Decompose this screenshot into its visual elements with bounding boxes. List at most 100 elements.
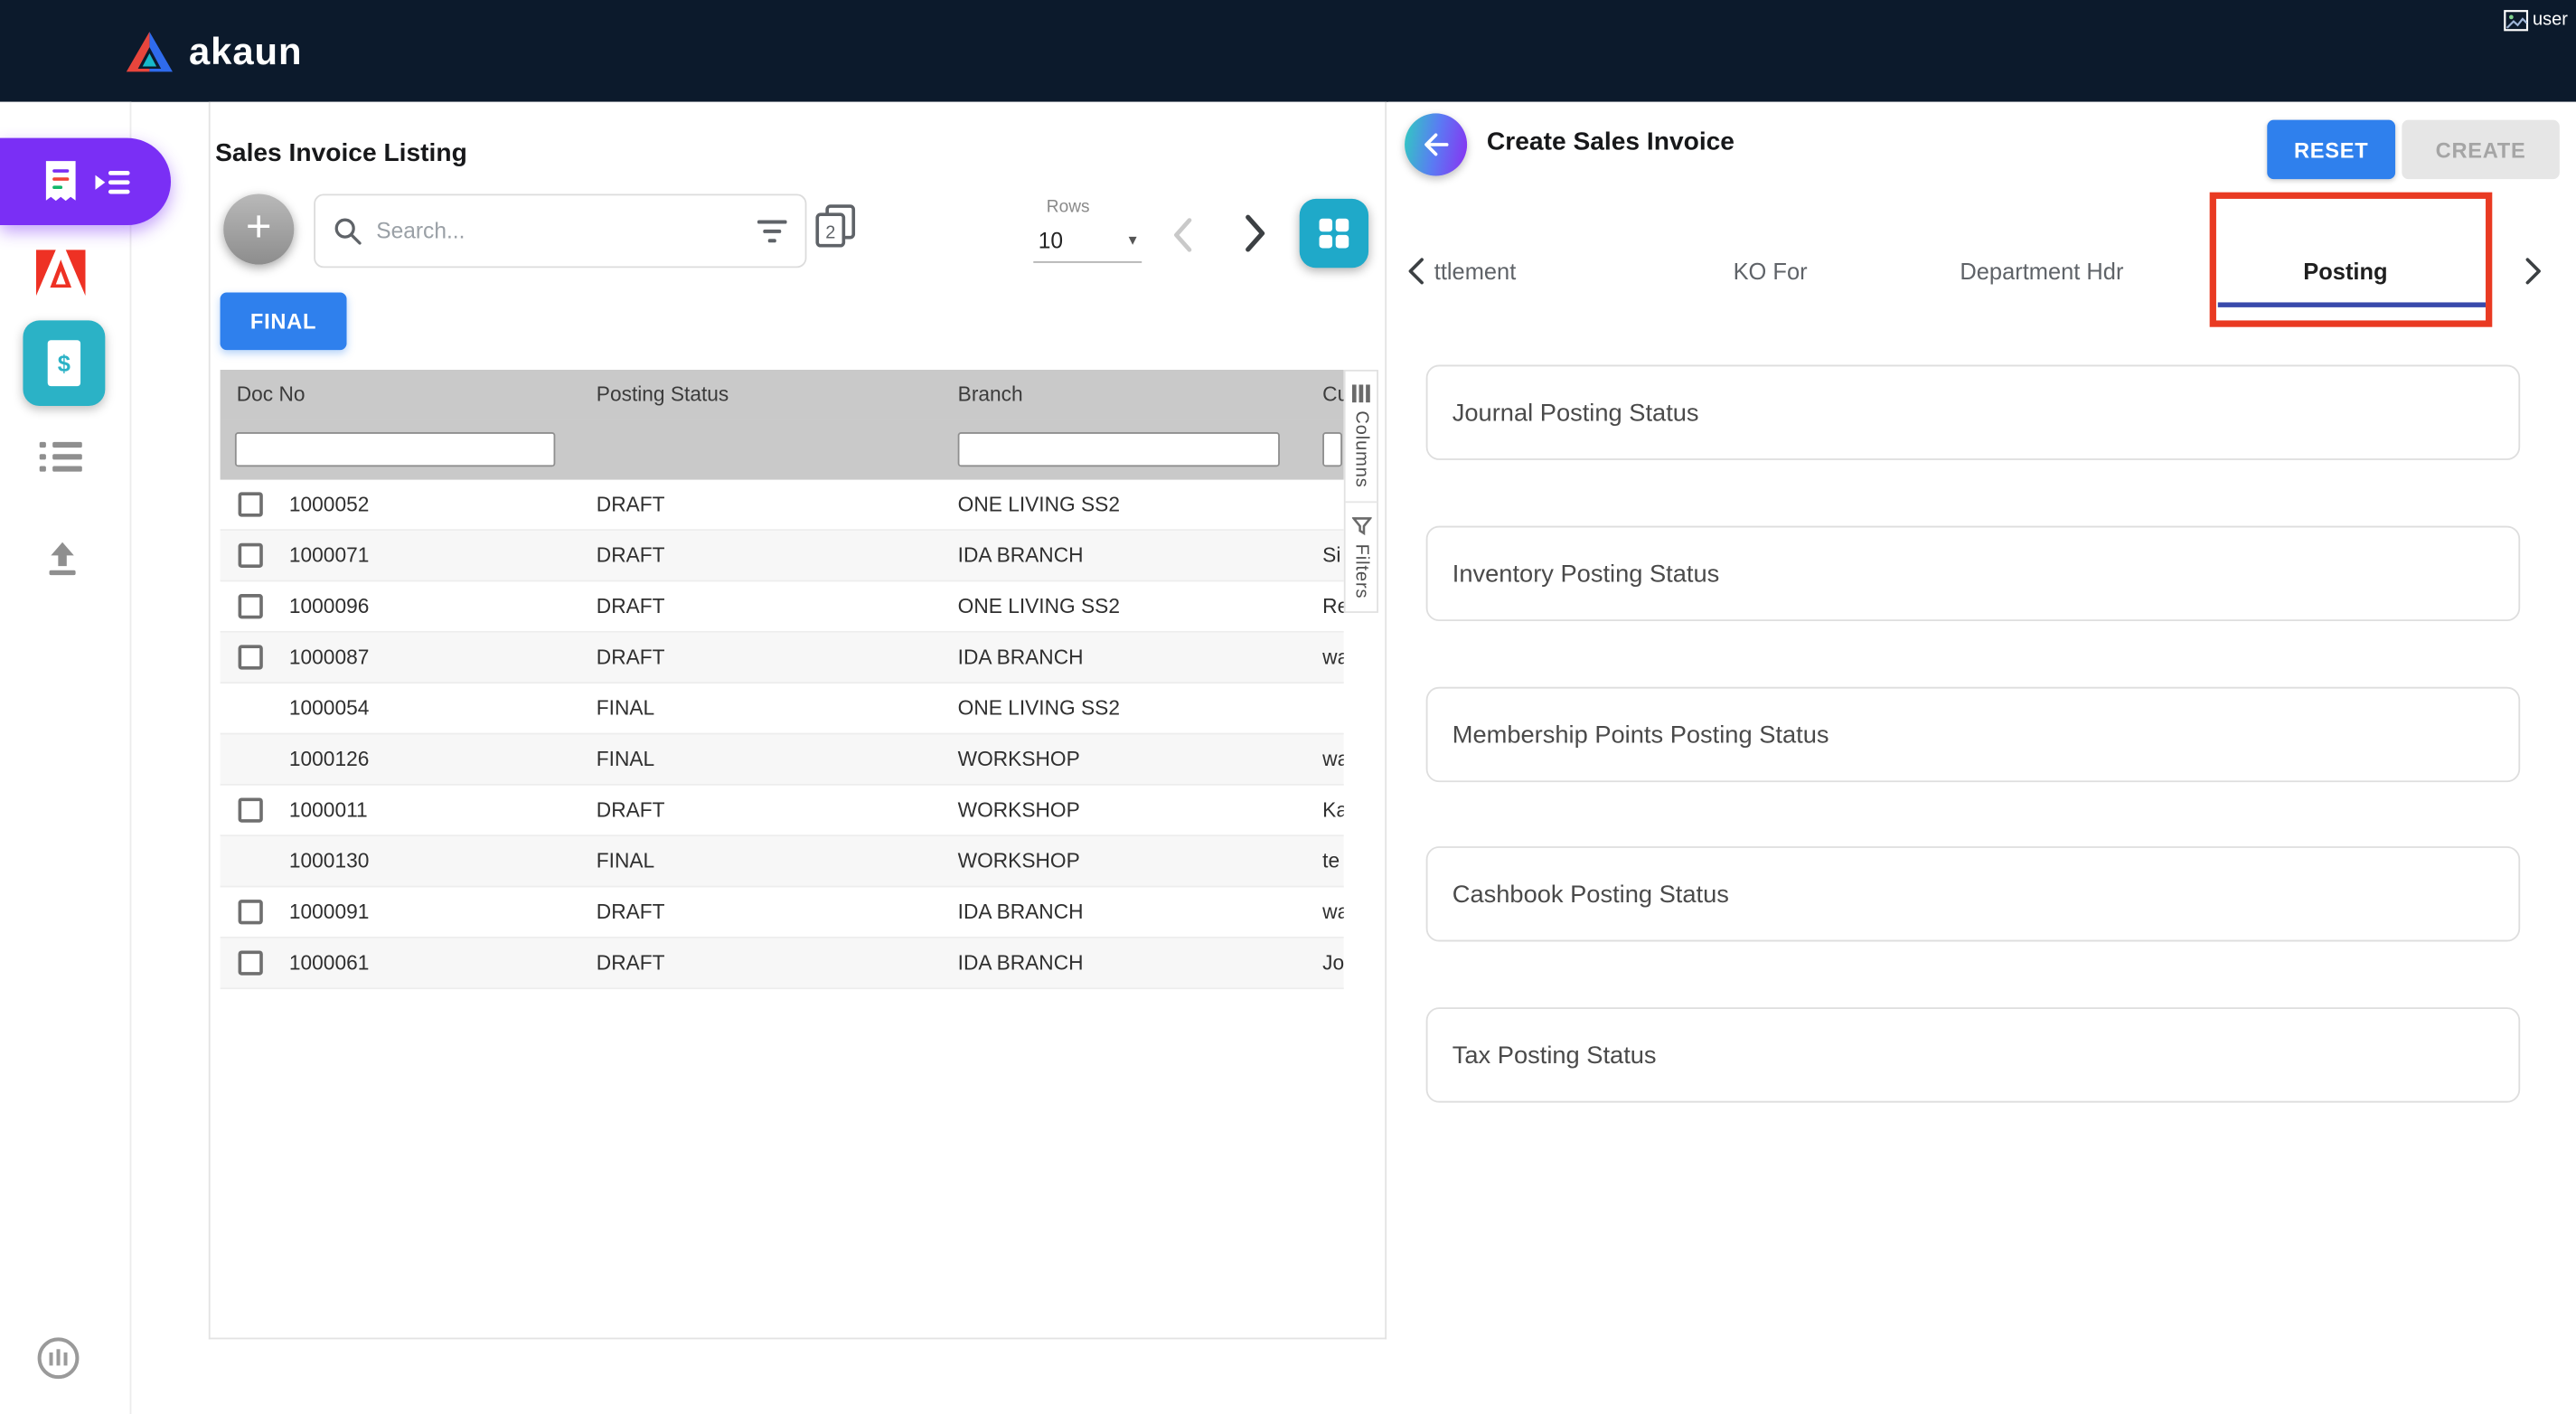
topbar: akaun user <box>0 0 2576 102</box>
chevron-down-icon: ▾ <box>1129 231 1137 250</box>
tab-settlement[interactable]: ttlement <box>1434 258 1517 284</box>
cell-posting-status: DRAFT <box>597 493 665 515</box>
chevron-left-icon <box>1406 257 1426 287</box>
field-label: Inventory Posting Status <box>1453 560 1720 588</box>
table-row[interactable]: 1000011 DRAFT WORKSHOP Ka <box>221 786 1344 836</box>
table-row[interactable]: 1000071 DRAFT IDA BRANCH Si <box>221 531 1344 581</box>
cell-customer: Jo <box>1322 951 1344 974</box>
field-tax-posting-status[interactable]: Tax Posting Status <box>1426 1007 2521 1102</box>
row-checkbox[interactable] <box>239 900 263 924</box>
brand-logo[interactable]: akaun <box>125 29 302 73</box>
svg-text:$: $ <box>58 352 71 377</box>
row-checkbox[interactable] <box>239 543 263 568</box>
pdf-icon <box>36 250 86 296</box>
list-icon <box>40 440 82 473</box>
tabs-scroll-right-button[interactable] <box>2524 257 2543 295</box>
rows-per-page-value: 10 <box>1039 229 1063 253</box>
row-checkbox[interactable] <box>239 492 263 516</box>
columns-panel-toggle[interactable]: Columns <box>1351 372 1371 501</box>
user-avatar-alt-text: user <box>2533 10 2568 30</box>
table-header-row: Doc No Posting Status Branch Cu <box>221 370 1344 419</box>
listing-view-button[interactable] <box>40 440 82 481</box>
cell-doc-no: 1000126 <box>289 748 369 770</box>
table-row[interactable]: 1000126 FINAL WORKSHOP wa <box>221 734 1344 785</box>
header-doc-no[interactable]: Doc No <box>237 383 306 406</box>
akaun-logo-icon <box>125 29 174 73</box>
tab-posting[interactable]: Posting <box>2303 258 2387 284</box>
reset-button[interactable]: RESET <box>2267 120 2395 179</box>
cell-posting-status: FINAL <box>597 850 654 872</box>
table-row[interactable]: 1000052 DRAFT ONE LIVING SS2 <box>221 480 1344 531</box>
add-invoice-button[interactable]: + <box>223 193 294 264</box>
table-row[interactable]: 1000096 DRAFT ONE LIVING SS2 Re <box>221 581 1344 632</box>
filter-branch-input[interactable] <box>958 432 1280 467</box>
table-row[interactable]: 1000130 FINAL WORKSHOP te <box>221 836 1344 887</box>
header-customer[interactable]: Cu <box>1322 383 1344 406</box>
cell-customer: Si <box>1322 544 1340 567</box>
cell-doc-no: 1000096 <box>289 595 369 617</box>
header-posting-status[interactable]: Posting Status <box>597 383 729 406</box>
field-membership-points-posting-status[interactable]: Membership Points Posting Status <box>1426 687 2521 782</box>
field-label: Tax Posting Status <box>1453 1041 1657 1069</box>
previous-page-button[interactable] <box>1171 217 1194 261</box>
cell-posting-status: DRAFT <box>597 544 665 567</box>
cell-posting-status: DRAFT <box>597 646 665 668</box>
back-button[interactable] <box>1405 113 1467 175</box>
field-label: Journal Posting Status <box>1453 399 1699 427</box>
cell-branch: IDA BRANCH <box>958 951 1084 974</box>
create-button[interactable]: CREATE <box>2402 120 2559 179</box>
header-branch[interactable]: Branch <box>958 383 1023 406</box>
menu-open-icon <box>95 168 131 194</box>
receipt-icon <box>41 158 80 204</box>
row-checkbox[interactable] <box>239 950 263 975</box>
search-icon <box>334 217 362 245</box>
table-row[interactable]: 1000054 FINAL ONE LIVING SS2 <box>221 683 1344 734</box>
invoice-document-icon: $ <box>42 338 85 388</box>
table-row[interactable]: 1000087 DRAFT IDA BRANCH wa <box>221 633 1344 683</box>
tab-department-hdr[interactable]: Department Hdr <box>1960 258 2123 284</box>
rows-per-page-select[interactable]: Rows 10 ▾ <box>1033 197 1142 263</box>
row-checkbox[interactable] <box>239 645 263 669</box>
cell-posting-status: FINAL <box>597 697 654 720</box>
filter-list-icon[interactable] <box>757 220 787 242</box>
filters-panel-toggle[interactable]: Filters <box>1346 501 1377 612</box>
upload-button[interactable] <box>42 539 82 587</box>
tabs-scroll-left-button[interactable] <box>1406 257 1426 295</box>
listing-title: Sales Invoice Listing <box>215 139 467 169</box>
bank-circle-icon <box>36 1336 80 1381</box>
row-checkbox[interactable] <box>239 797 263 822</box>
detail-tab-bar: ttlement KO For Department Hdr Posting <box>1388 237 2576 309</box>
cell-doc-no: 1000054 <box>289 697 369 720</box>
final-filter-button[interactable]: FINAL <box>221 293 347 351</box>
rows-label: Rows <box>1047 197 1142 217</box>
active-tab-underline <box>2218 302 2486 306</box>
invoice-quick-menu-button[interactable] <box>0 138 171 225</box>
bottom-circle-button[interactable] <box>36 1336 80 1389</box>
cell-branch: IDA BRANCH <box>958 900 1084 923</box>
sales-invoice-module-button[interactable]: $ <box>23 320 105 406</box>
grid-view-button[interactable] <box>1300 199 1368 268</box>
row-checkbox[interactable] <box>239 594 263 618</box>
tab-ko-for[interactable]: KO For <box>1734 258 1808 284</box>
field-label: Cashbook Posting Status <box>1453 880 1729 908</box>
field-cashbook-posting-status[interactable]: Cashbook Posting Status <box>1426 846 2521 941</box>
table-side-strip: Columns Filters <box>1344 370 1378 614</box>
duplicate-pages-button[interactable]: 2 <box>815 203 856 256</box>
search-input[interactable] <box>373 217 747 245</box>
columns-icon <box>1352 384 1370 402</box>
arrow-left-icon <box>1419 128 1452 161</box>
field-journal-posting-status[interactable]: Journal Posting Status <box>1426 365 2521 460</box>
pdf-export-button[interactable] <box>36 250 86 304</box>
table-row[interactable]: 1000091 DRAFT IDA BRANCH wa <box>221 888 1344 938</box>
cell-doc-no: 1000011 <box>289 798 368 821</box>
field-inventory-posting-status[interactable]: Inventory Posting Status <box>1426 526 2521 621</box>
filter-customer-input[interactable] <box>1322 432 1342 467</box>
user-avatar[interactable]: user <box>2503 10 2568 32</box>
filter-doc-no-input[interactable] <box>235 432 555 467</box>
cell-doc-no: 1000087 <box>289 646 369 668</box>
cell-doc-no: 1000052 <box>289 493 369 515</box>
next-page-button[interactable] <box>1242 213 1268 261</box>
cell-branch: WORKSHOP <box>958 748 1080 770</box>
grid-icon <box>1318 217 1350 250</box>
table-row[interactable]: 1000061 DRAFT IDA BRANCH Jo <box>221 938 1344 989</box>
